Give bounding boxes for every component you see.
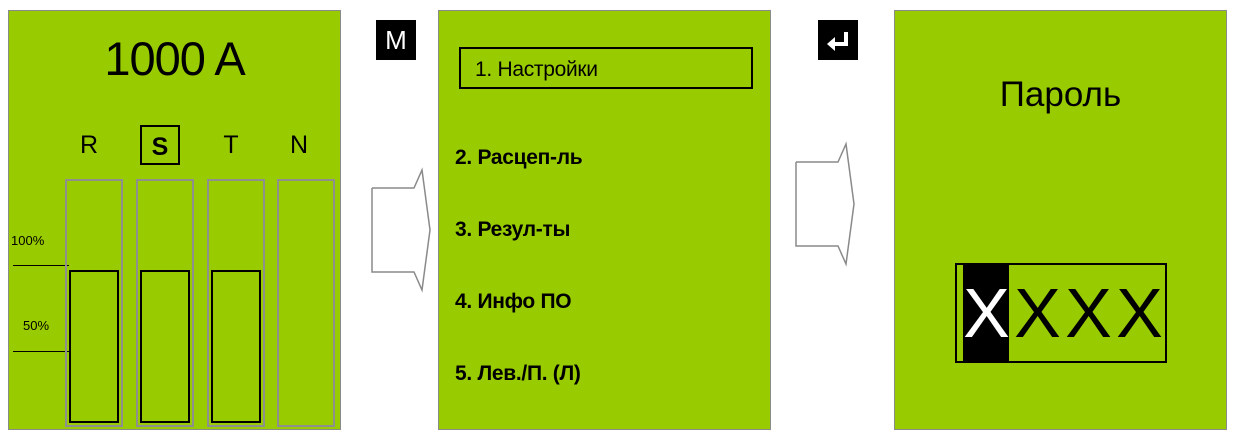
password-screen: Пароль X X X X xyxy=(894,10,1227,430)
password-digit-4[interactable]: X xyxy=(1114,261,1165,365)
password-digit-2[interactable]: X xyxy=(1012,261,1063,365)
phase-s-bar xyxy=(136,179,194,427)
menu-item-trip-unit[interactable]: 2. Расцеп-ль xyxy=(455,137,583,179)
phase-r-bar xyxy=(65,179,123,427)
enter-key[interactable] xyxy=(818,20,858,60)
main-menu-screen: 1. Настройки 2. Расцеп-ль 3. Резул-ты 4.… xyxy=(438,10,771,430)
current-reading: 1000 A xyxy=(104,32,245,85)
menu-item-results[interactable]: 3. Резул-ты xyxy=(455,209,570,251)
enter-icon xyxy=(827,32,848,51)
scale-label-50: 50% xyxy=(23,318,50,333)
password-title: Пароль xyxy=(999,75,1122,114)
scale-label-100: 100% xyxy=(11,233,45,248)
phase-s-label: S xyxy=(140,125,180,165)
password-digit-1[interactable]: X xyxy=(961,261,1012,365)
phase-r-label: R xyxy=(79,131,99,159)
menu-key[interactable]: M xyxy=(376,20,416,60)
arrow-right-icon-2 xyxy=(795,141,855,267)
phase-t-bar-fill xyxy=(211,270,261,423)
phase-s-bar-fill xyxy=(140,270,190,423)
phase-t-bar xyxy=(207,179,265,427)
menu-item-left-right[interactable]: 5. Лев./П. (Л) xyxy=(455,353,581,395)
phase-t-label: T xyxy=(223,131,239,159)
menu-item-software-info[interactable]: 4. Инфо ПО xyxy=(455,281,572,323)
current-display-screen: 1000 A R S T N 100% 50% xyxy=(8,10,341,430)
scale-line-100 xyxy=(13,265,69,266)
phase-r-bar-fill xyxy=(69,270,119,423)
arrow-right-icon xyxy=(371,167,431,293)
phase-n-label: N xyxy=(289,131,309,159)
scale-line-50 xyxy=(13,351,69,352)
password-digit-3[interactable]: X xyxy=(1063,261,1114,365)
phase-n-bar xyxy=(277,179,335,427)
menu-item-settings[interactable]: 1. Настройки xyxy=(459,47,753,89)
